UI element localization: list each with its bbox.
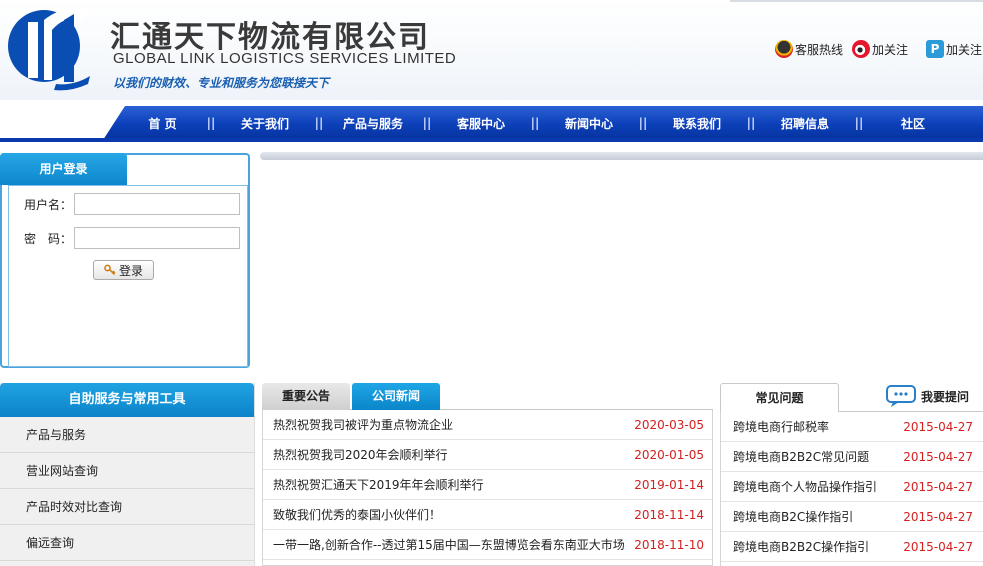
faq-title[interactable]: 跨境电商B2B2C操作指引 xyxy=(733,532,869,561)
nav-separator: || xyxy=(854,116,864,130)
news-date: 2018-11-14 xyxy=(634,508,704,522)
nav-separator: || xyxy=(206,116,216,130)
news-date: 2020-03-05 xyxy=(634,418,704,432)
faq-date: 2015-04-27 xyxy=(903,420,973,434)
faq-title[interactable]: 跨境电商个人物品操作指引 xyxy=(733,472,877,501)
company-slogan: 以我们的财效、专业和服务为您联接天下 xyxy=(113,76,330,90)
tools-panel: 自助服务与常用工具 产品与服务 营业网站查询 产品时效对比查询 偏远查询 xyxy=(0,383,255,566)
nav-item-community[interactable]: 社区 xyxy=(870,115,956,132)
faq-date: 2015-04-27 xyxy=(903,540,973,554)
chat-bubble-icon xyxy=(886,385,916,407)
tab-faq[interactable]: 常见问题 xyxy=(720,383,839,412)
ask-question-link[interactable]: 我要提问 xyxy=(885,383,969,409)
nav-item-home[interactable]: 首 页 xyxy=(125,115,200,132)
qq-hotline-link[interactable]: 客服热线 xyxy=(775,40,843,58)
qq-hotline-label: 客服热线 xyxy=(795,42,844,57)
username-label: 用户名： xyxy=(24,197,73,212)
nav-item-careers[interactable]: 招聘信息 xyxy=(762,115,848,132)
nav-separator: || xyxy=(530,116,540,130)
news-title[interactable]: 热烈祝贺我司2020年会顺利举行 xyxy=(273,440,448,469)
list-item: 跨境电商个人物品操作指引 2015-04-27 xyxy=(721,472,983,502)
tab-announcements[interactable]: 重要公告 xyxy=(262,383,350,410)
news-panel: 重要公告 公司新闻 热烈祝贺我司被评为重点物流企业 2020-03-05 热烈祝… xyxy=(262,383,713,566)
ask-question-label: 我要提问 xyxy=(921,389,970,404)
tools-title: 自助服务与常用工具 xyxy=(0,383,254,417)
username-input[interactable] xyxy=(74,193,240,215)
news-date: 2018-11-10 xyxy=(634,538,704,552)
weibo-icon xyxy=(852,40,870,58)
tool-item-timing-compare[interactable]: 产品时效对比查询 xyxy=(0,489,254,525)
tencent-weibo-follow-label: 加关注 xyxy=(946,42,983,57)
nav-item-about[interactable]: 关于我们 xyxy=(222,115,308,132)
tencent-weibo-icon: P xyxy=(926,40,944,58)
qq-icon xyxy=(775,40,793,58)
nav-item-service-center[interactable]: 客服中心 xyxy=(438,115,524,132)
news-date: 2020-01-05 xyxy=(634,448,704,462)
login-button[interactable]: 登录 xyxy=(93,260,154,280)
faq-date: 2015-04-27 xyxy=(903,480,973,494)
company-name-en: GLOBAL LINK LOGISTICS SERVICES LIMITED xyxy=(113,50,457,67)
password-input[interactable] xyxy=(74,227,240,249)
main-nav: 首 页 || 关于我们 || 产品与服务 || 客服中心 || 新闻中心 || … xyxy=(0,106,983,142)
company-logo-icon[interactable] xyxy=(4,0,92,92)
nav-item-news[interactable]: 新闻中心 xyxy=(546,115,632,132)
top-divider xyxy=(730,0,983,2)
nav-separator: || xyxy=(422,116,432,130)
nav-item-contact[interactable]: 联系我们 xyxy=(654,115,740,132)
list-item: 跨境电商B2B2C操作指引 2015-04-27 xyxy=(721,532,983,562)
key-icon xyxy=(104,264,116,276)
tool-item-branch-lookup[interactable]: 营业网站查询 xyxy=(0,453,254,489)
faq-date: 2015-04-27 xyxy=(903,510,973,524)
news-title[interactable]: 一带一路,创新合作--透过第15届中国—东盟博览会看东南亚大市场 xyxy=(273,530,625,559)
faq-title[interactable]: 跨境电商行邮税率 xyxy=(733,412,829,441)
list-item: 跨境电商B2B2C常见问题 2015-04-27 xyxy=(721,442,983,472)
login-button-label: 登录 xyxy=(118,263,143,278)
weibo-follow-link[interactable]: 加关注 xyxy=(852,40,908,58)
tool-item-remote-area[interactable]: 偏远查询 xyxy=(0,525,254,561)
weibo-follow-label: 加关注 xyxy=(872,42,909,57)
list-item: 热烈祝贺汇通天下2019年年会顺利举行 2019-01-14 xyxy=(263,470,712,500)
faq-title[interactable]: 跨境电商B2B2C常见问题 xyxy=(733,442,869,471)
tab-company-news[interactable]: 公司新闻 xyxy=(352,383,440,410)
faq-panel: 常见问题 我要提问 跨境电商行邮税率 2015-04-27 跨境电商B2B2C常… xyxy=(720,383,983,566)
faq-list: 跨境电商行邮税率 2015-04-27 跨境电商B2B2C常见问题 2015-0… xyxy=(720,412,983,566)
list-item: 致敬我们优秀的泰国小伙伴们！ 2018-11-14 xyxy=(263,500,712,530)
faq-date: 2015-04-27 xyxy=(903,450,973,464)
list-item: 热烈祝贺我司被评为重点物流企业 2020-03-05 xyxy=(263,410,712,440)
banner-strip xyxy=(260,152,983,160)
news-date: 2019-01-14 xyxy=(634,478,704,492)
nav-separator: || xyxy=(638,116,648,130)
list-item: 跨境电商行邮税率 2015-04-27 xyxy=(721,412,983,442)
site-header: 汇通天下物流有限公司 GLOBAL LINK LOGISTICS SERVICE… xyxy=(0,0,983,100)
login-tab: 用户登录 xyxy=(0,153,127,185)
nav-separator: || xyxy=(746,116,756,130)
tool-item-products[interactable]: 产品与服务 xyxy=(0,417,254,453)
list-item: 跨境电商B2C操作指引 2015-04-27 xyxy=(721,502,983,532)
list-item: 一带一路,创新合作--透过第15届中国—东盟博览会看东南亚大市场 2018-11… xyxy=(263,530,712,560)
list-item: 热烈祝贺我司2020年会顺利举行 2020-01-05 xyxy=(263,440,712,470)
tencent-weibo-follow-link[interactable]: P 加关注 xyxy=(926,40,982,58)
news-title[interactable]: 致敬我们优秀的泰国小伙伴们！ xyxy=(273,500,441,529)
news-list: 热烈祝贺我司被评为重点物流企业 2020-03-05 热烈祝贺我司2020年会顺… xyxy=(262,410,713,566)
login-panel: 用户登录 用户名： 密 码： 登录 xyxy=(0,153,250,368)
faq-title[interactable]: 跨境电商B2C操作指引 xyxy=(733,502,853,531)
news-title[interactable]: 热烈祝贺我司被评为重点物流企业 xyxy=(273,410,453,439)
nav-separator: || xyxy=(314,116,324,130)
nav-item-products[interactable]: 产品与服务 xyxy=(330,115,416,132)
password-label: 密 码： xyxy=(24,231,73,246)
news-title[interactable]: 热烈祝贺汇通天下2019年年会顺利举行 xyxy=(273,470,484,499)
